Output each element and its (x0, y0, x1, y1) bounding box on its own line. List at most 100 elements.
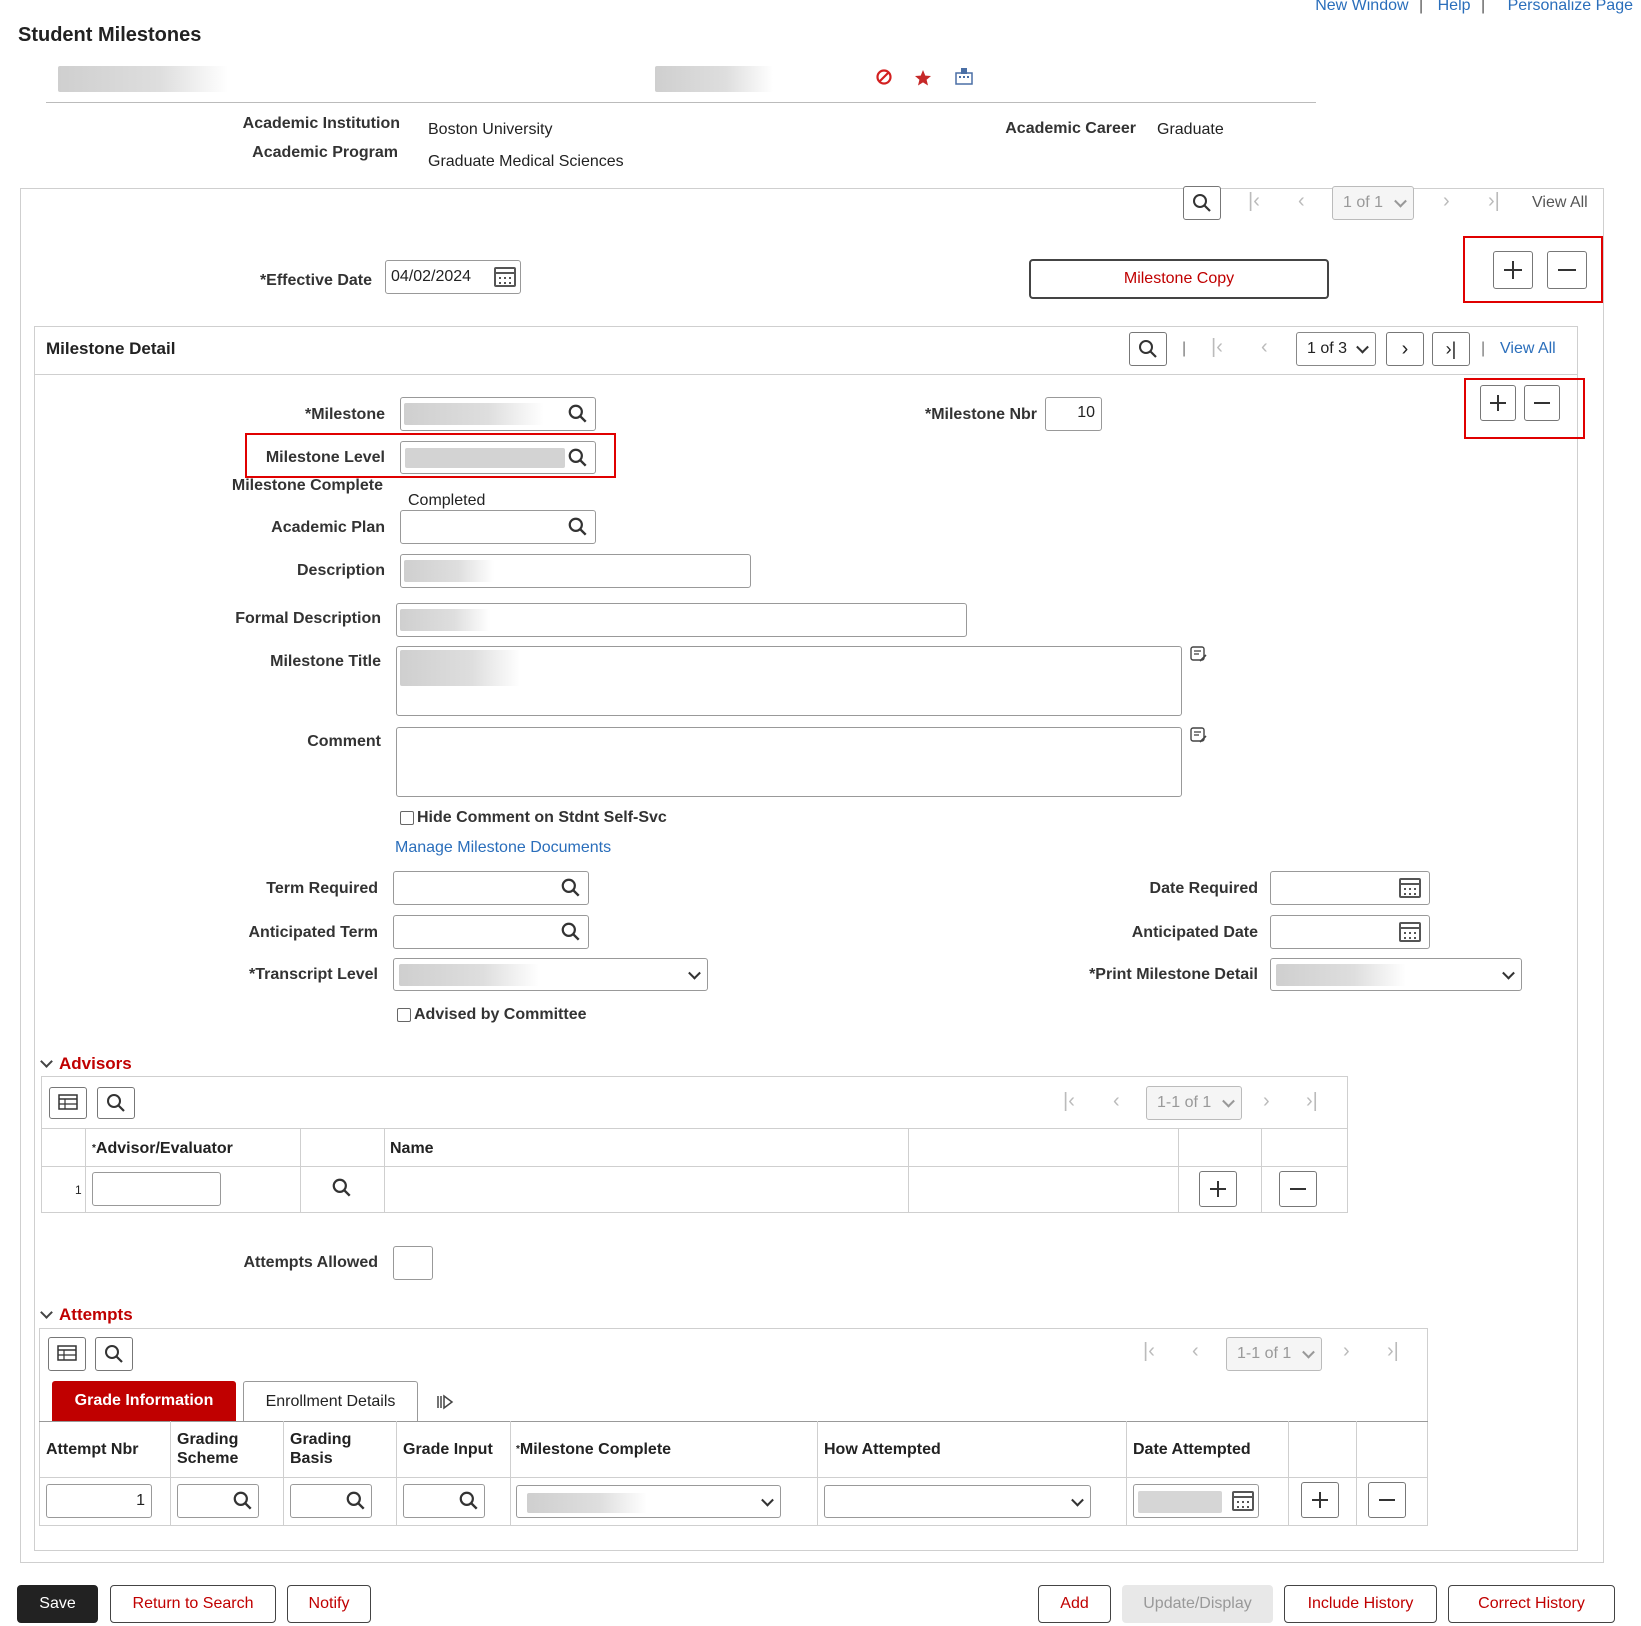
star-icon[interactable] (914, 69, 932, 87)
add-button[interactable]: Add (1038, 1585, 1111, 1623)
prev-page-icon[interactable]: ‹ (1261, 336, 1268, 359)
first-page-icon[interactable]: |‹ (1063, 1090, 1075, 1113)
next-page-icon[interactable]: › (1343, 1340, 1350, 1363)
find-button[interactable] (1183, 186, 1221, 220)
grading-basis-field[interactable] (290, 1484, 372, 1518)
attempts-allowed-field[interactable] (393, 1246, 433, 1280)
search-icon[interactable] (567, 447, 589, 469)
advisor-evaluator-field[interactable] (92, 1172, 221, 1206)
search-icon[interactable] (331, 1177, 353, 1199)
search-icon[interactable] (560, 921, 582, 943)
description-field[interactable] (400, 554, 751, 588)
manage-milestone-documents-link[interactable]: Manage Milestone Documents (395, 839, 611, 857)
delete-row-button[interactable] (1547, 251, 1587, 289)
search-icon[interactable] (458, 1490, 480, 1512)
grading-scheme-field[interactable] (177, 1484, 259, 1518)
add-row-button[interactable] (1493, 251, 1533, 289)
advisors-row-selector[interactable]: 1-1 of 1 (1146, 1086, 1242, 1120)
save-button[interactable]: Save (17, 1585, 98, 1623)
last-page-icon[interactable]: ›| (1387, 1340, 1399, 1363)
calendar-icon[interactable] (1399, 922, 1421, 942)
how-attempted-select[interactable] (824, 1485, 1091, 1518)
anticipated-date-field[interactable] (1270, 915, 1430, 949)
comment-textarea[interactable] (396, 727, 1182, 797)
next-page-icon[interactable]: › (1263, 1090, 1270, 1113)
delete-milestone-button[interactable] (1524, 385, 1560, 421)
prev-page-icon[interactable]: ‹ (1192, 1340, 1199, 1363)
detail-find-button[interactable] (1129, 332, 1167, 366)
prev-page-icon[interactable]: ‹ (1298, 190, 1305, 213)
milestone-title-textarea[interactable] (396, 646, 1182, 716)
add-advisor-button[interactable] (1199, 1171, 1237, 1207)
calendar-icon[interactable] (494, 267, 516, 287)
search-icon[interactable] (567, 403, 589, 425)
search-icon[interactable] (345, 1490, 367, 1512)
transcript-level-select[interactable] (393, 958, 708, 991)
milestone-copy-button[interactable]: Milestone Copy (1029, 259, 1329, 299)
attempt-nbr-field[interactable]: 1 (46, 1484, 152, 1518)
detail-row-selector[interactable]: 1 of 3 (1296, 332, 1376, 366)
attempts-section-header[interactable]: Attempts (40, 1305, 133, 1325)
anticipated-term-field[interactable] (393, 915, 589, 949)
separator: | (1182, 340, 1187, 357)
return-to-search-button[interactable]: Return to Search (110, 1585, 276, 1623)
spellcheck-icon[interactable] (1190, 646, 1208, 664)
milestone-level-field[interactable] (400, 441, 596, 474)
personalize-grid-button[interactable] (49, 1087, 87, 1119)
last-row-button[interactable]: ›| (1432, 332, 1470, 366)
no-entry-icon[interactable] (875, 68, 893, 86)
org-icon[interactable] (954, 66, 974, 86)
search-icon[interactable] (567, 516, 589, 538)
tab-enrollment-details[interactable]: Enrollment Details (243, 1381, 418, 1421)
personalize-grid-button[interactable] (48, 1337, 86, 1371)
delete-advisor-button[interactable] (1279, 1171, 1317, 1207)
add-milestone-button[interactable] (1480, 385, 1516, 421)
outer-row-selector[interactable]: 1 of 1 (1332, 186, 1414, 220)
tab-grade-information[interactable]: Grade Information (52, 1381, 236, 1421)
delete-attempt-button[interactable] (1368, 1482, 1406, 1518)
attempts-row-selector[interactable]: 1-1 of 1 (1226, 1337, 1322, 1371)
next-page-icon[interactable]: › (1443, 190, 1450, 213)
redacted-value (1138, 1491, 1222, 1513)
advisors-section-header[interactable]: Advisors (40, 1054, 132, 1074)
term-required-field[interactable] (393, 871, 589, 905)
first-page-icon[interactable]: |‹ (1248, 190, 1260, 213)
advised-by-committee-checkbox[interactable] (397, 1008, 411, 1022)
calendar-icon[interactable] (1399, 878, 1421, 898)
new-window-link[interactable]: New Window (1315, 0, 1408, 14)
show-all-columns-icon[interactable] (436, 1394, 454, 1410)
search-icon[interactable] (560, 877, 582, 899)
attempts-find-button[interactable] (95, 1337, 133, 1371)
print-milestone-detail-select[interactable] (1270, 958, 1522, 991)
include-history-button[interactable]: Include History (1284, 1585, 1437, 1623)
add-attempt-button[interactable] (1301, 1482, 1339, 1518)
date-required-field[interactable] (1270, 871, 1430, 905)
outer-view-all[interactable]: View All (1532, 194, 1588, 212)
advisors-find-button[interactable] (97, 1087, 135, 1119)
prev-page-icon[interactable]: ‹ (1113, 1090, 1120, 1113)
personalize-page-link[interactable]: Personalize Page (1508, 0, 1633, 14)
search-icon[interactable] (232, 1490, 254, 1512)
help-link[interactable]: Help (1438, 0, 1471, 14)
effective-date-field[interactable]: 04/02/2024 (385, 260, 521, 294)
correct-history-button[interactable]: Correct History (1448, 1585, 1615, 1623)
last-page-icon[interactable]: ›| (1306, 1090, 1318, 1113)
calendar-icon[interactable] (1232, 1491, 1254, 1511)
attempts-title: Attempts (59, 1305, 133, 1324)
formal-description-field[interactable] (396, 603, 967, 637)
milestone-complete-select[interactable] (516, 1485, 781, 1518)
detail-view-all[interactable]: View All (1500, 340, 1556, 358)
hide-comment-checkbox[interactable] (400, 811, 414, 825)
milestone-nbr-field[interactable]: 10 (1045, 397, 1102, 431)
last-page-icon[interactable]: ›| (1488, 190, 1500, 213)
notify-button[interactable]: Notify (287, 1585, 371, 1623)
update-display-button[interactable]: Update/Display (1122, 1585, 1273, 1623)
date-attempted-field[interactable] (1133, 1484, 1259, 1518)
next-row-button[interactable]: › (1386, 332, 1424, 366)
first-page-icon[interactable]: |‹ (1143, 1340, 1155, 1363)
milestone-field[interactable] (400, 397, 596, 431)
grade-input-field[interactable] (403, 1484, 485, 1518)
first-page-icon[interactable]: |‹ (1211, 336, 1223, 359)
academic-plan-field[interactable] (400, 510, 596, 544)
spellcheck-icon[interactable] (1190, 727, 1208, 745)
